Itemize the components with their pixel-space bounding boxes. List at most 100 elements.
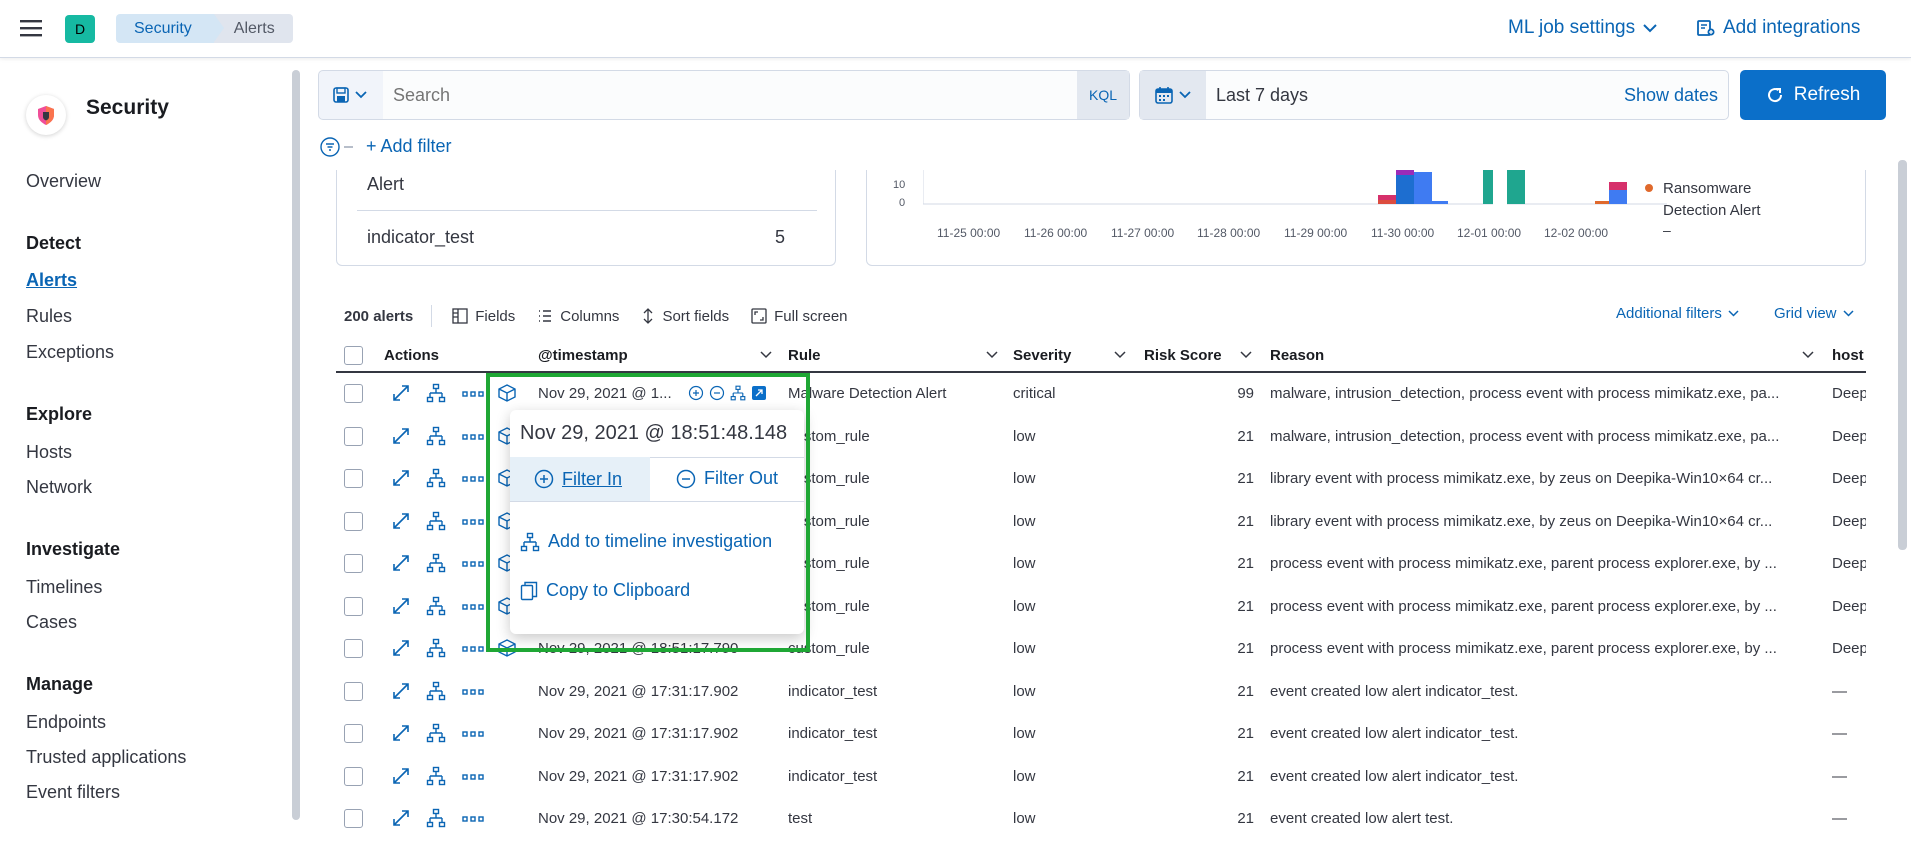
more-actions-icon[interactable] — [462, 816, 484, 822]
analyze-event-icon[interactable] — [426, 808, 446, 828]
host-cell[interactable]: Deep — [1832, 555, 1866, 572]
more-actions-icon[interactable] — [462, 646, 484, 652]
expand-icon[interactable] — [392, 767, 410, 785]
chevron-down-icon[interactable] — [1802, 351, 1814, 359]
row-checkbox[interactable] — [344, 469, 363, 488]
analyze-event-icon[interactable] — [426, 426, 446, 446]
expand-icon[interactable] — [392, 427, 410, 445]
sidebar-item-network[interactable]: Network — [26, 477, 92, 498]
row-checkbox[interactable] — [344, 426, 363, 446]
rule-cell[interactable]: indicator_test — [788, 683, 998, 700]
column-header-reason[interactable]: Reason — [1270, 347, 1324, 364]
analyze-event-icon[interactable] — [426, 511, 446, 531]
host-cell[interactable]: Deep — [1832, 513, 1866, 530]
host-cell[interactable]: — — [1832, 768, 1866, 785]
grid-view-button[interactable]: Grid view — [1774, 305, 1854, 322]
ml-job-settings-button[interactable]: ML job settings — [1508, 17, 1657, 39]
table-row[interactable]: Nov 29, 2021 @ 17:31:17.902 indicator_tes… — [336, 671, 1866, 714]
legend-item[interactable]: Ransomware Detection Alert — [1663, 178, 1803, 222]
row-checkbox[interactable] — [344, 639, 363, 658]
row-checkbox[interactable] — [344, 511, 363, 531]
expand-icon[interactable] — [392, 682, 410, 700]
rule-cell[interactable]: indicator_test — [788, 768, 998, 785]
sidebar-item-endpoints[interactable]: Endpoints — [26, 712, 106, 733]
select-all-checkbox[interactable] — [344, 346, 363, 365]
search-input[interactable] — [383, 71, 1077, 119]
host-cell[interactable]: Deep — [1832, 640, 1866, 657]
sidebar-item-rules[interactable]: Rules — [26, 306, 72, 327]
row-checkbox[interactable] — [344, 724, 363, 743]
table-row[interactable]: Nov 29, 2021 @ 17:31:17.902 indicator_tes… — [336, 713, 1866, 756]
row-checkbox[interactable] — [344, 809, 363, 828]
expand-icon[interactable] — [392, 597, 410, 615]
more-actions-icon[interactable] — [462, 603, 484, 610]
row-checkbox[interactable] — [344, 766, 363, 786]
more-actions-icon[interactable] — [462, 561, 484, 567]
kql-language-button[interactable]: KQL — [1077, 71, 1129, 119]
host-cell[interactable]: Deep — [1832, 385, 1866, 402]
rule-cell[interactable]: custom_rule — [788, 513, 998, 530]
columns-button[interactable]: Columns — [537, 308, 619, 325]
expand-icon[interactable] — [392, 512, 410, 530]
add-integrations-button[interactable]: Add integrations — [1697, 17, 1860, 39]
row-checkbox[interactable] — [344, 554, 363, 573]
row-checkbox[interactable] — [344, 681, 363, 701]
chevron-down-icon[interactable] — [760, 351, 772, 359]
page-scrollbar[interactable] — [1898, 160, 1907, 550]
rule-cell[interactable]: indicator_test — [788, 725, 998, 742]
filter-options-icon[interactable] — [320, 136, 356, 157]
expand-icon[interactable] — [392, 809, 410, 827]
rule-cell[interactable]: custom_rule — [788, 640, 998, 657]
menu-icon[interactable] — [20, 18, 42, 38]
chevron-down-icon[interactable] — [1240, 351, 1252, 359]
add-filter-button[interactable]: + Add filter — [366, 136, 452, 157]
more-actions-icon[interactable] — [462, 476, 484, 482]
more-actions-icon[interactable] — [462, 688, 484, 695]
full-screen-button[interactable]: Full screen — [751, 308, 848, 325]
sidebar-item-timelines[interactable]: Timelines — [26, 577, 102, 598]
rule-cell[interactable]: Malware Detection Alert — [788, 385, 998, 402]
rule-cell[interactable]: custom_rule — [788, 470, 998, 487]
column-header-host[interactable]: host — [1832, 347, 1864, 364]
host-cell[interactable]: — — [1832, 810, 1866, 827]
sidebar-item-alerts[interactable]: Alerts — [26, 270, 77, 291]
host-cell[interactable]: Deep — [1832, 428, 1866, 445]
host-cell[interactable]: — — [1832, 683, 1866, 700]
analyze-event-icon[interactable] — [426, 681, 446, 701]
host-cell[interactable]: Deep — [1832, 470, 1866, 487]
timestamp-cell[interactable]: Nov 29, 2021 @ 17:31:17.902 — [538, 683, 748, 700]
sidebar-item-event-filters[interactable]: Event filters — [26, 782, 120, 803]
host-cell[interactable]: — — [1832, 725, 1866, 742]
column-header-timestamp[interactable]: @timestamp — [538, 347, 628, 364]
analyze-event-icon[interactable] — [426, 383, 446, 403]
saved-query-button[interactable] — [319, 71, 381, 119]
row-checkbox[interactable] — [344, 384, 363, 403]
timestamp-cell[interactable]: Nov 29, 2021 @ 17:30:54.172 — [538, 810, 748, 827]
analyze-event-icon[interactable] — [426, 468, 446, 488]
sidebar-item-cases[interactable]: Cases — [26, 612, 77, 633]
expand-icon[interactable] — [392, 469, 410, 487]
more-actions-icon[interactable] — [462, 391, 484, 397]
rule-cell[interactable]: test — [788, 810, 998, 827]
refresh-button[interactable]: Refresh — [1740, 70, 1886, 120]
timestamp-cell[interactable]: Nov 29, 2021 @ 17:31:17.902 — [538, 768, 748, 785]
fields-button[interactable]: Fields — [452, 308, 515, 325]
show-dates-link[interactable]: Show dates — [1624, 85, 1718, 106]
table-row[interactable]: Nov 29, 2021 @ 17:31:17.902 indicator_tes… — [336, 756, 1866, 799]
more-actions-icon[interactable] — [462, 518, 484, 525]
date-range-label[interactable]: Last 7 days — [1216, 85, 1308, 106]
chevron-down-icon[interactable] — [1114, 351, 1126, 359]
column-header-risk-score[interactable]: Risk Score — [1144, 347, 1222, 364]
analyze-event-icon[interactable] — [426, 596, 446, 616]
expand-icon[interactable] — [392, 724, 410, 742]
expand-icon[interactable] — [392, 639, 410, 657]
expand-icon[interactable] — [392, 554, 410, 572]
rule-cell[interactable]: custom_rule — [788, 428, 998, 445]
analyze-event-icon[interactable] — [426, 766, 446, 786]
more-actions-icon[interactable] — [462, 731, 484, 737]
sidebar-item-overview[interactable]: Overview — [26, 171, 101, 192]
more-actions-icon[interactable] — [462, 773, 484, 780]
sort-fields-button[interactable]: Sort fields — [641, 308, 729, 325]
count-row-label[interactable]: indicator_test — [367, 227, 474, 248]
more-actions-icon[interactable] — [462, 433, 484, 440]
